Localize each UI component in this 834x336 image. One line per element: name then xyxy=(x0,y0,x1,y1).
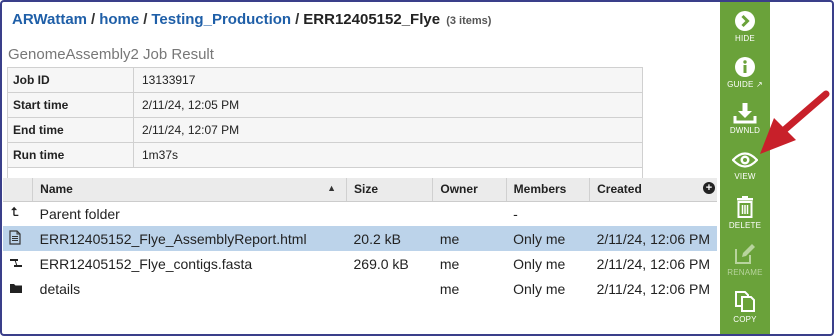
view-label: VIEW xyxy=(734,172,756,181)
rename-button[interactable]: RENAME xyxy=(720,242,770,277)
file-owner: me xyxy=(439,255,460,272)
row-icon-cell xyxy=(3,201,33,226)
breadcrumb-separator: / xyxy=(91,11,96,28)
col-name-label: Name xyxy=(40,182,73,197)
table-row[interactable]: ERR12405152_Flye_contigs.fasta 269.0 kB … xyxy=(3,251,717,276)
file-size: 269.0 kB xyxy=(353,255,409,272)
hide-label: HIDE xyxy=(735,34,755,43)
hide-button[interactable]: HIDE xyxy=(720,10,770,43)
trash-icon xyxy=(737,196,753,218)
breadcrumb-current: ERR12405152_Flye xyxy=(303,11,441,28)
breadcrumb-separator: / xyxy=(295,11,300,28)
file-owner: me xyxy=(432,226,507,251)
job-info-row: Job ID 13133917 xyxy=(7,67,643,93)
col-created-header[interactable]: Created + xyxy=(589,178,717,202)
job-info-value: 13133917 xyxy=(133,67,643,93)
job-info-label: Job ID xyxy=(7,67,134,93)
file-members: - xyxy=(513,205,518,222)
table-row[interactable]: details me Only me 2/11/24, 12:06 PM xyxy=(3,276,717,301)
col-owner-header[interactable]: Owner xyxy=(432,178,507,202)
job-table-spacer xyxy=(7,166,643,178)
breadcrumb: ARWattam / home / Testing_Production / ERR1240… xyxy=(12,11,491,28)
col-members-label: Members xyxy=(513,182,567,197)
file-size xyxy=(347,201,433,226)
file-name[interactable]: Parent folder xyxy=(33,201,347,226)
file-members: Only me xyxy=(513,280,566,297)
parent-folder-icon xyxy=(11,206,19,217)
file-table-header: Name ▲ Size Owner Members Created + xyxy=(3,178,717,202)
delete-label: DELETE xyxy=(728,221,762,230)
file-name[interactable]: details xyxy=(33,276,347,301)
breadcrumb-user[interactable]: ARWattam xyxy=(12,11,87,28)
col-created-label: Created xyxy=(597,182,642,197)
col-members-header[interactable]: Members xyxy=(506,178,591,202)
guide-button[interactable]: GUIDE ↗ xyxy=(720,56,770,89)
job-info-value: 2/11/24, 12:07 PM xyxy=(133,117,643,143)
job-result-title: GenomeAssembly2 Job Result xyxy=(8,46,214,63)
file-members: Only me xyxy=(513,255,566,272)
plus-circle-icon[interactable]: + xyxy=(703,182,715,194)
col-name-header[interactable]: Name ▲ xyxy=(32,178,347,202)
folder-icon xyxy=(10,283,22,293)
annotation-arrow xyxy=(760,90,830,154)
copy-icon xyxy=(735,291,755,312)
job-info-value: 1m37s xyxy=(133,142,643,168)
row-icon-cell xyxy=(3,276,33,301)
job-info-label: Start time xyxy=(7,92,134,118)
info-icon xyxy=(735,57,755,77)
file-members: Only me xyxy=(506,226,590,251)
col-size-header[interactable]: Size xyxy=(346,178,434,202)
file-created: 2/11/24, 12:06 PM xyxy=(596,280,710,297)
table-row[interactable]: ERR12405152_Flye_AssemblyReport.html 20.… xyxy=(3,226,717,251)
rename-label: RENAME xyxy=(727,268,763,277)
job-info-row: Run time 1m37s xyxy=(7,142,643,168)
contigs-icon xyxy=(10,258,22,267)
job-info-label: End time xyxy=(7,117,134,143)
row-icon-cell xyxy=(3,226,33,251)
table-row[interactable]: Parent folder - xyxy=(3,201,717,226)
file-name[interactable]: ERR12405152_Flye_AssemblyReport.html xyxy=(32,226,347,251)
pencil-edit-icon xyxy=(735,244,755,264)
file-owner xyxy=(433,201,506,226)
action-sidebar: HIDE GUIDE ↗ DWNLD VIEW DELETE RENAME CO… xyxy=(720,2,770,334)
breadcrumb-folder[interactable]: Testing_Production xyxy=(151,11,291,28)
delete-button[interactable]: DELETE xyxy=(720,195,770,230)
copy-button[interactable]: COPY xyxy=(720,289,770,324)
caret-up-icon: ▲ xyxy=(327,183,336,193)
copy-label: COPY xyxy=(733,315,757,324)
file-created: 2/11/24, 12:06 PM xyxy=(589,226,717,251)
row-icon-cell xyxy=(3,251,33,276)
job-info-table: Job ID 13133917 Start time 2/11/24, 12:0… xyxy=(7,67,643,168)
job-info-row: End time 2/11/24, 12:07 PM xyxy=(7,117,643,143)
breadcrumb-item-count: (3 items) xyxy=(446,15,492,27)
col-owner-label: Owner xyxy=(440,182,478,197)
col-icon-header xyxy=(3,178,34,202)
file-size: 20.2 kB xyxy=(346,226,433,251)
file-created xyxy=(590,201,717,226)
job-info-row: Start time 2/11/24, 12:05 PM xyxy=(7,92,643,118)
breadcrumb-separator: / xyxy=(143,11,148,28)
file-name[interactable]: ERR12405152_Flye_contigs.fasta xyxy=(33,251,347,276)
chevron-right-circle-icon xyxy=(735,11,755,31)
breadcrumb-home[interactable]: home xyxy=(99,11,139,28)
job-info-value: 2/11/24, 12:05 PM xyxy=(133,92,643,118)
file-table: Name ▲ Size Owner Members Created + Parent… xyxy=(3,178,717,301)
col-size-label: Size xyxy=(354,182,379,197)
document-icon xyxy=(9,229,21,245)
file-owner: me xyxy=(439,280,460,297)
file-size xyxy=(347,276,433,301)
file-created: 2/11/24, 12:06 PM xyxy=(596,255,710,272)
job-info-label: Run time xyxy=(7,142,134,168)
